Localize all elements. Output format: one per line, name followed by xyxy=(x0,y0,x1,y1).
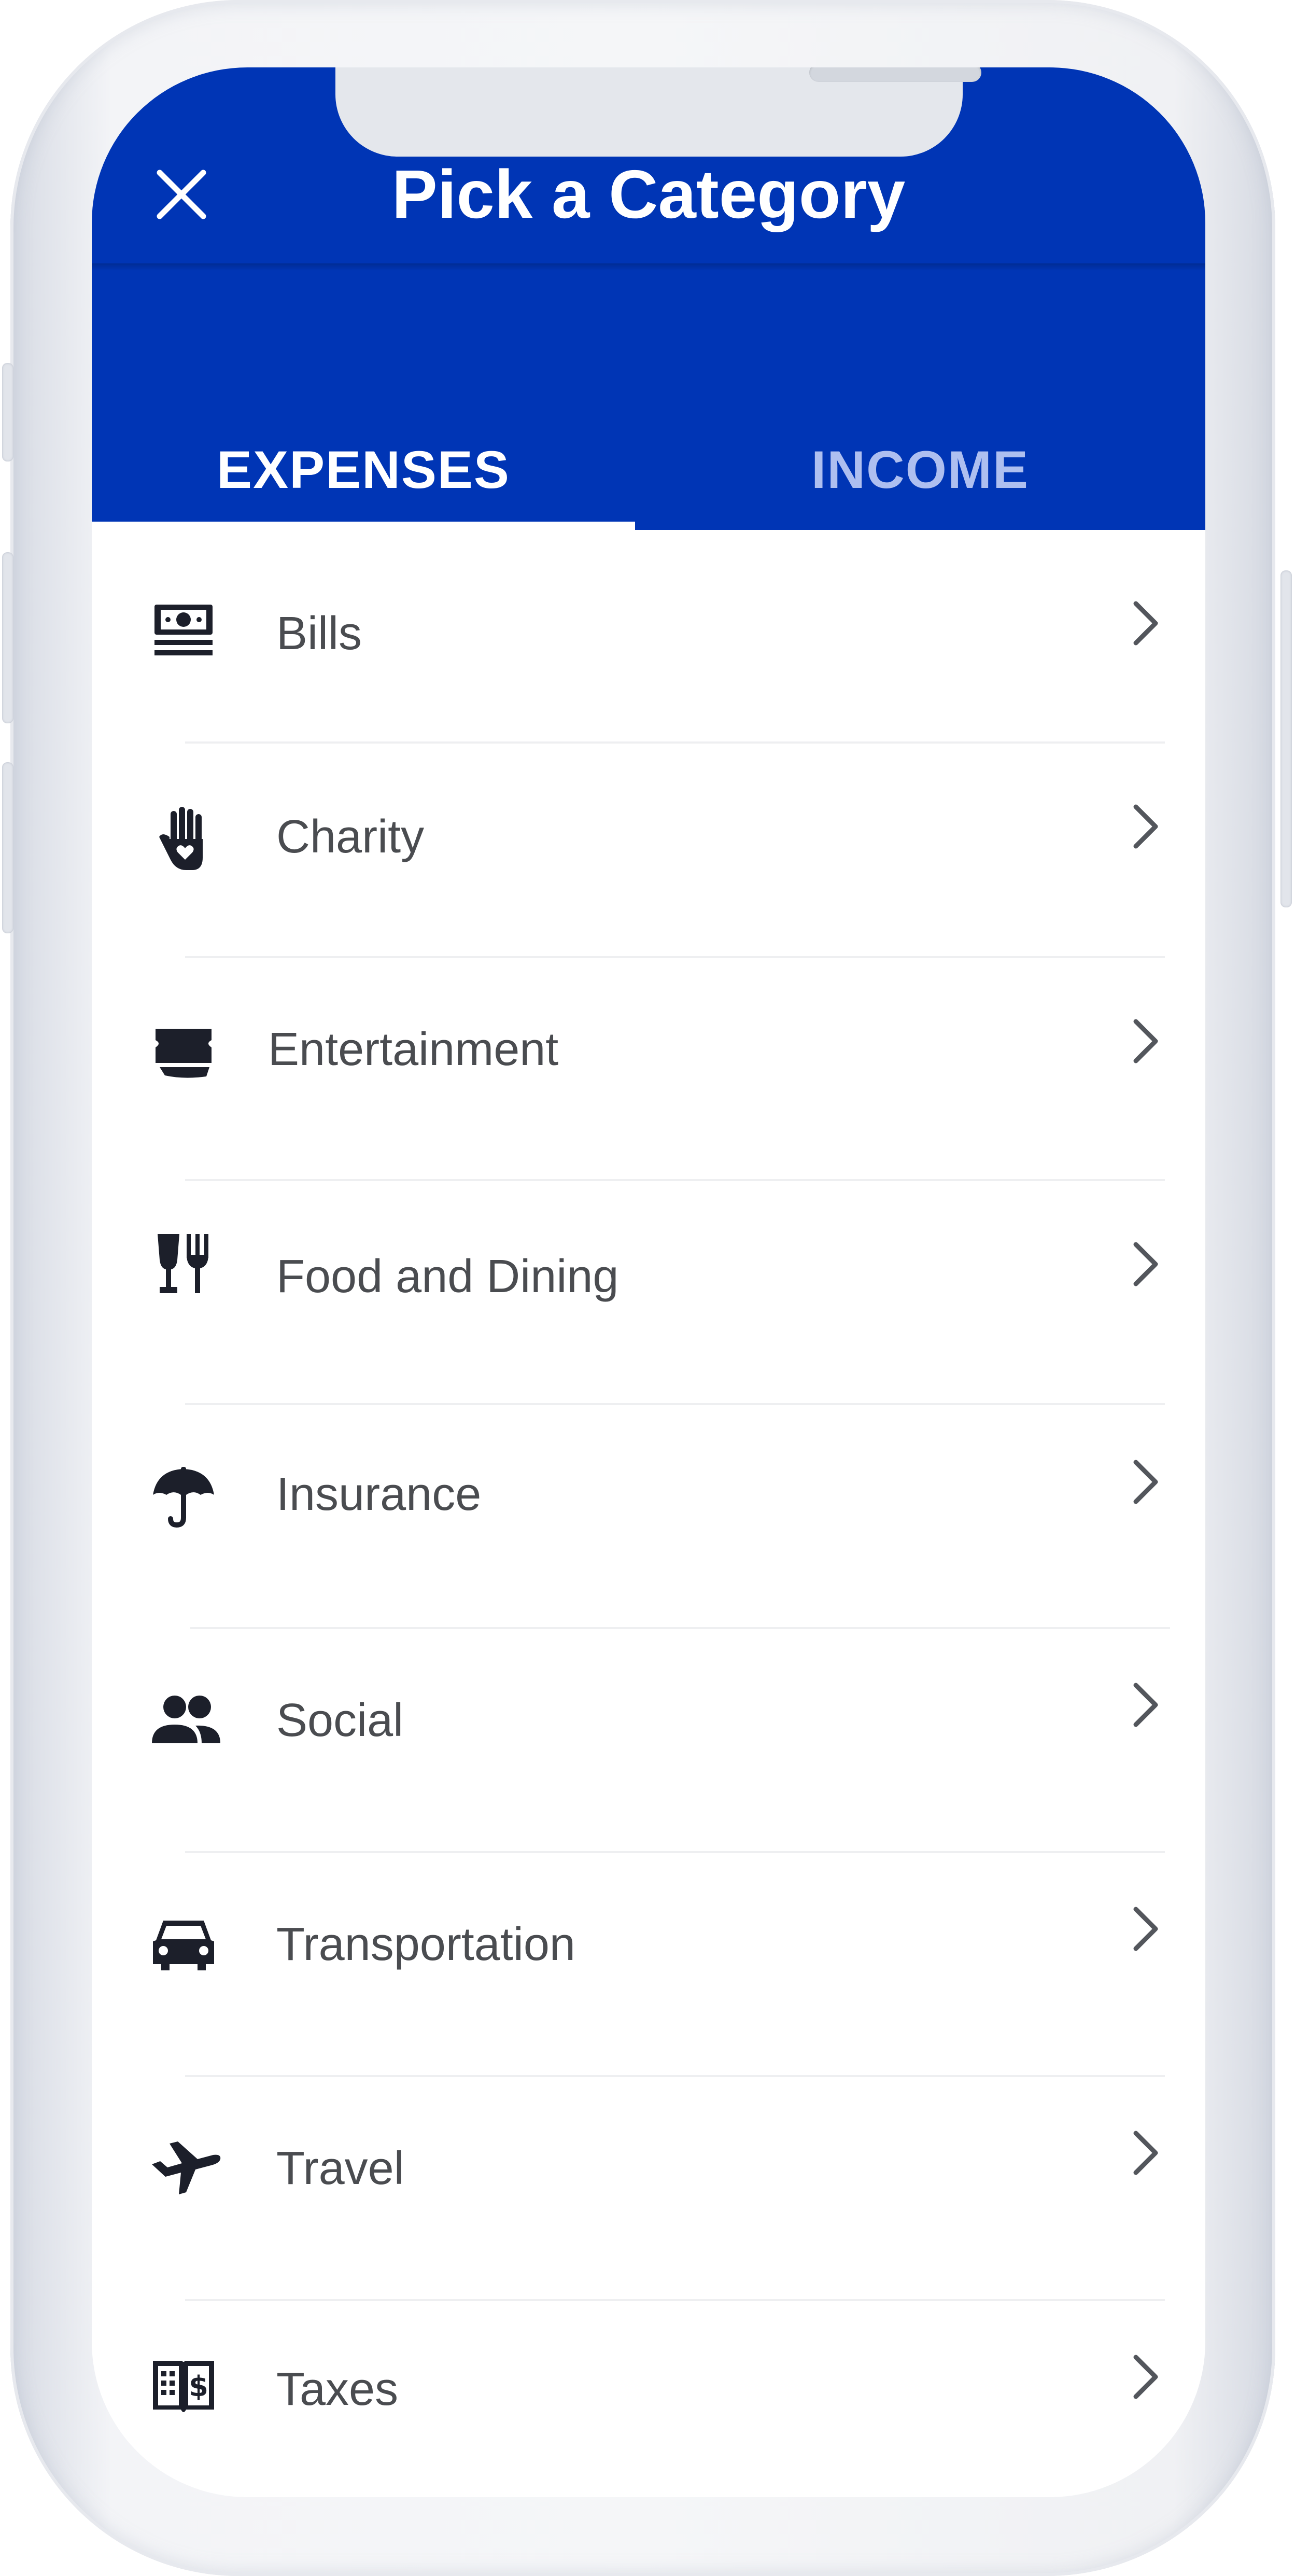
earpiece-speaker xyxy=(809,67,981,82)
category-label: Social xyxy=(276,1695,404,1746)
category-item-charity[interactable]: Charity xyxy=(92,744,1205,958)
chevron-right-icon xyxy=(1133,2355,1158,2399)
category-label: Bills xyxy=(276,608,362,660)
category-label: Taxes xyxy=(276,2363,399,2415)
tab-income[interactable]: INCOME xyxy=(635,410,1205,530)
ticket-icon xyxy=(150,1019,217,1087)
category-label: Entertainment xyxy=(268,1024,559,1075)
active-tab-indicator xyxy=(92,522,635,530)
category-item-transportation[interactable]: Transportation xyxy=(92,1853,1205,2077)
chevron-right-icon xyxy=(1133,1019,1158,1063)
app-screen: Pick a Category EXPENSES INCOME Bills Ch… xyxy=(92,67,1205,2497)
device-notch xyxy=(335,67,981,157)
people-icon xyxy=(150,1687,222,1755)
svg-text:$: $ xyxy=(189,2370,208,2403)
category-item-entertainment[interactable]: Entertainment xyxy=(92,958,1205,1181)
car-icon xyxy=(150,1911,217,1979)
category-label: Food and Dining xyxy=(276,1251,619,1303)
category-item-food-and-dining[interactable]: Food and Dining xyxy=(92,1181,1205,1405)
category-item-bills[interactable]: Bills xyxy=(92,530,1205,744)
chevron-right-icon xyxy=(1133,1242,1158,1286)
category-item-travel[interactable]: Travel xyxy=(92,2077,1205,2301)
chevron-right-icon xyxy=(1133,601,1158,646)
chevron-right-icon xyxy=(1133,1907,1158,1951)
chevron-right-icon xyxy=(1133,1460,1158,1504)
header-divider xyxy=(92,263,1205,271)
glass-fork-icon xyxy=(150,1231,217,1298)
category-label: Charity xyxy=(276,811,425,863)
silent-switch xyxy=(2,363,13,461)
power-button xyxy=(1280,570,1292,907)
tab-expenses-label: EXPENSES xyxy=(217,440,510,499)
page-title: Pick a Category xyxy=(391,156,906,232)
chevron-right-icon xyxy=(1133,2131,1158,2175)
chevron-right-icon xyxy=(1133,1683,1158,1727)
tab-expenses[interactable]: EXPENSES xyxy=(92,410,635,530)
volume-up-button xyxy=(2,552,13,723)
money-bill-icon xyxy=(150,597,217,665)
category-label: Travel xyxy=(276,2143,404,2194)
tab-income-label: INCOME xyxy=(811,440,1029,499)
category-item-social[interactable]: Social xyxy=(92,1629,1205,1853)
category-item-insurance[interactable]: Insurance xyxy=(92,1405,1205,1629)
category-label: Insurance xyxy=(276,1468,482,1520)
umbrella-icon xyxy=(150,1463,217,1531)
airplane-icon xyxy=(150,2134,222,2202)
chevron-right-icon xyxy=(1133,804,1158,849)
hand-heart-icon xyxy=(150,806,217,873)
category-label: Transportation xyxy=(276,1919,575,1970)
category-item-taxes[interactable]: $ Taxes xyxy=(92,2301,1205,2497)
volume-down-button xyxy=(2,762,13,933)
device-frame: Pick a Category EXPENSES INCOME Bills Ch… xyxy=(0,0,1295,2576)
tax-book-icon: $ xyxy=(150,2353,217,2420)
